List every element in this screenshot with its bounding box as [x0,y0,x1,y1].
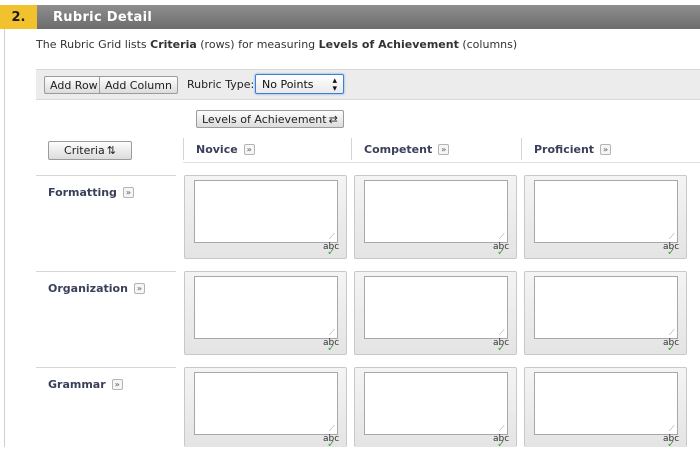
cell-text-area[interactable] [364,180,508,243]
cell-text-area[interactable] [534,180,678,243]
row-label: Grammar [48,377,106,391]
row-header-organization: Organization » [48,280,145,296]
section-title: Rubric Detail [37,5,700,29]
rubric-cell: ⟋ abc ✓ [184,367,347,450]
resize-handle-icon[interactable]: ⟋ [329,329,337,337]
chevron-down-icon[interactable]: » [600,143,612,155]
resize-handle-icon[interactable]: ⟋ [499,425,507,433]
row-header-grammar: Grammar » [48,376,123,392]
chevron-down-icon[interactable]: » [438,143,450,155]
row-separator [36,271,176,272]
rubric-cell: ⟋ abc ✓ [184,175,347,259]
rubric-cell: ⟋ abc ✓ [524,367,687,450]
resize-handle-icon[interactable]: ⟋ [669,425,677,433]
spellcheck-icon[interactable]: abc ✓ [663,338,679,354]
section-left-border [4,29,5,447]
column-header-proficient: Proficient » [521,138,612,160]
resize-handle-icon[interactable]: ⟋ [669,233,677,241]
rubric-toolbar: Add Row Add Column Rubric Type: No Point… [36,69,700,100]
cell-text-area[interactable] [194,276,338,339]
spellcheck-icon[interactable]: abc ✓ [493,242,509,258]
desc-text-1: The Rubric Grid lists [36,38,151,51]
add-column-button[interactable]: Add Column [99,76,178,94]
rubric-cell: ⟋ abc ✓ [524,175,687,259]
row-label: Organization [48,281,128,295]
rubric-cell: ⟋ abc ✓ [354,175,517,259]
rubric-type-select[interactable]: No Points ▴ ▾ [255,74,344,94]
levels-of-achievement-button[interactable]: Levels of Achievement ⇄ [196,110,344,128]
cell-text-area[interactable] [364,372,508,435]
column-label: Novice [196,142,238,156]
row-label: Formatting [48,185,117,199]
sort-arrows-icon: ⇅ [106,144,116,157]
spellcheck-icon[interactable]: abc ✓ [323,434,339,450]
row-header-formatting: Formatting » [48,184,134,200]
column-label: Proficient [534,142,595,156]
desc-levels: Levels of Achievement [318,38,459,51]
spellcheck-icon[interactable]: abc ✓ [323,338,339,354]
swap-arrows-icon: ⇄ [328,112,338,126]
rubric-type-label: Rubric Type: [187,78,255,91]
column-divider [521,138,522,160]
desc-criteria: Criteria [150,38,197,51]
rubric-type-value: No Points [262,77,314,91]
desc-text-3: (columns) [458,38,518,51]
column-divider [351,138,352,160]
resize-handle-icon[interactable]: ⟋ [499,329,507,337]
resize-handle-icon[interactable]: ⟋ [669,329,677,337]
resize-handle-icon[interactable]: ⟋ [499,233,507,241]
chevron-down-icon[interactable]: » [243,143,255,155]
add-row-button[interactable]: Add Row [44,76,104,94]
column-header-competent: Competent » [351,138,450,160]
rubric-cell: ⟋ abc ✓ [354,367,517,450]
rubric-description: The Rubric Grid lists Criteria (rows) fo… [36,38,676,54]
criteria-button-label: Criteria [64,144,105,157]
row-separator [36,367,176,368]
cell-text-area[interactable] [194,180,338,243]
spellcheck-icon[interactable]: abc ✓ [663,434,679,450]
cell-text-area[interactable] [534,372,678,435]
rubric-detail-page: 2. Rubric Detail The Rubric Grid lists C… [0,0,700,450]
spellcheck-icon[interactable]: abc ✓ [663,242,679,258]
spellcheck-icon[interactable]: abc ✓ [493,338,509,354]
spellcheck-icon[interactable]: abc ✓ [493,434,509,450]
rubric-cell: ⟋ abc ✓ [354,271,517,355]
column-header-novice: Novice » [183,138,255,160]
chevron-down-icon[interactable]: » [122,186,134,198]
chevron-down-icon[interactable]: » [111,378,123,390]
row-separator [36,175,176,176]
column-label: Competent [364,142,433,156]
rubric-cell: ⟋ abc ✓ [184,271,347,355]
spellcheck-icon[interactable]: abc ✓ [323,242,339,258]
criteria-button[interactable]: Criteria ⇅ [48,141,132,160]
resize-handle-icon[interactable]: ⟋ [329,233,337,241]
rubric-cell: ⟋ abc ✓ [524,271,687,355]
cell-text-area[interactable] [194,372,338,435]
step-number-badge: 2. [0,5,37,29]
select-arrows-icon: ▴ ▾ [332,76,337,94]
chevron-down-icon[interactable]: » [133,282,145,294]
cell-text-area[interactable] [534,276,678,339]
levels-button-label: Levels of Achievement [202,112,327,126]
header-divider [183,162,700,163]
desc-text-2: (rows) for measuring [196,38,319,51]
resize-handle-icon[interactable]: ⟋ [329,425,337,433]
cell-text-area[interactable] [364,276,508,339]
column-divider [183,138,184,160]
